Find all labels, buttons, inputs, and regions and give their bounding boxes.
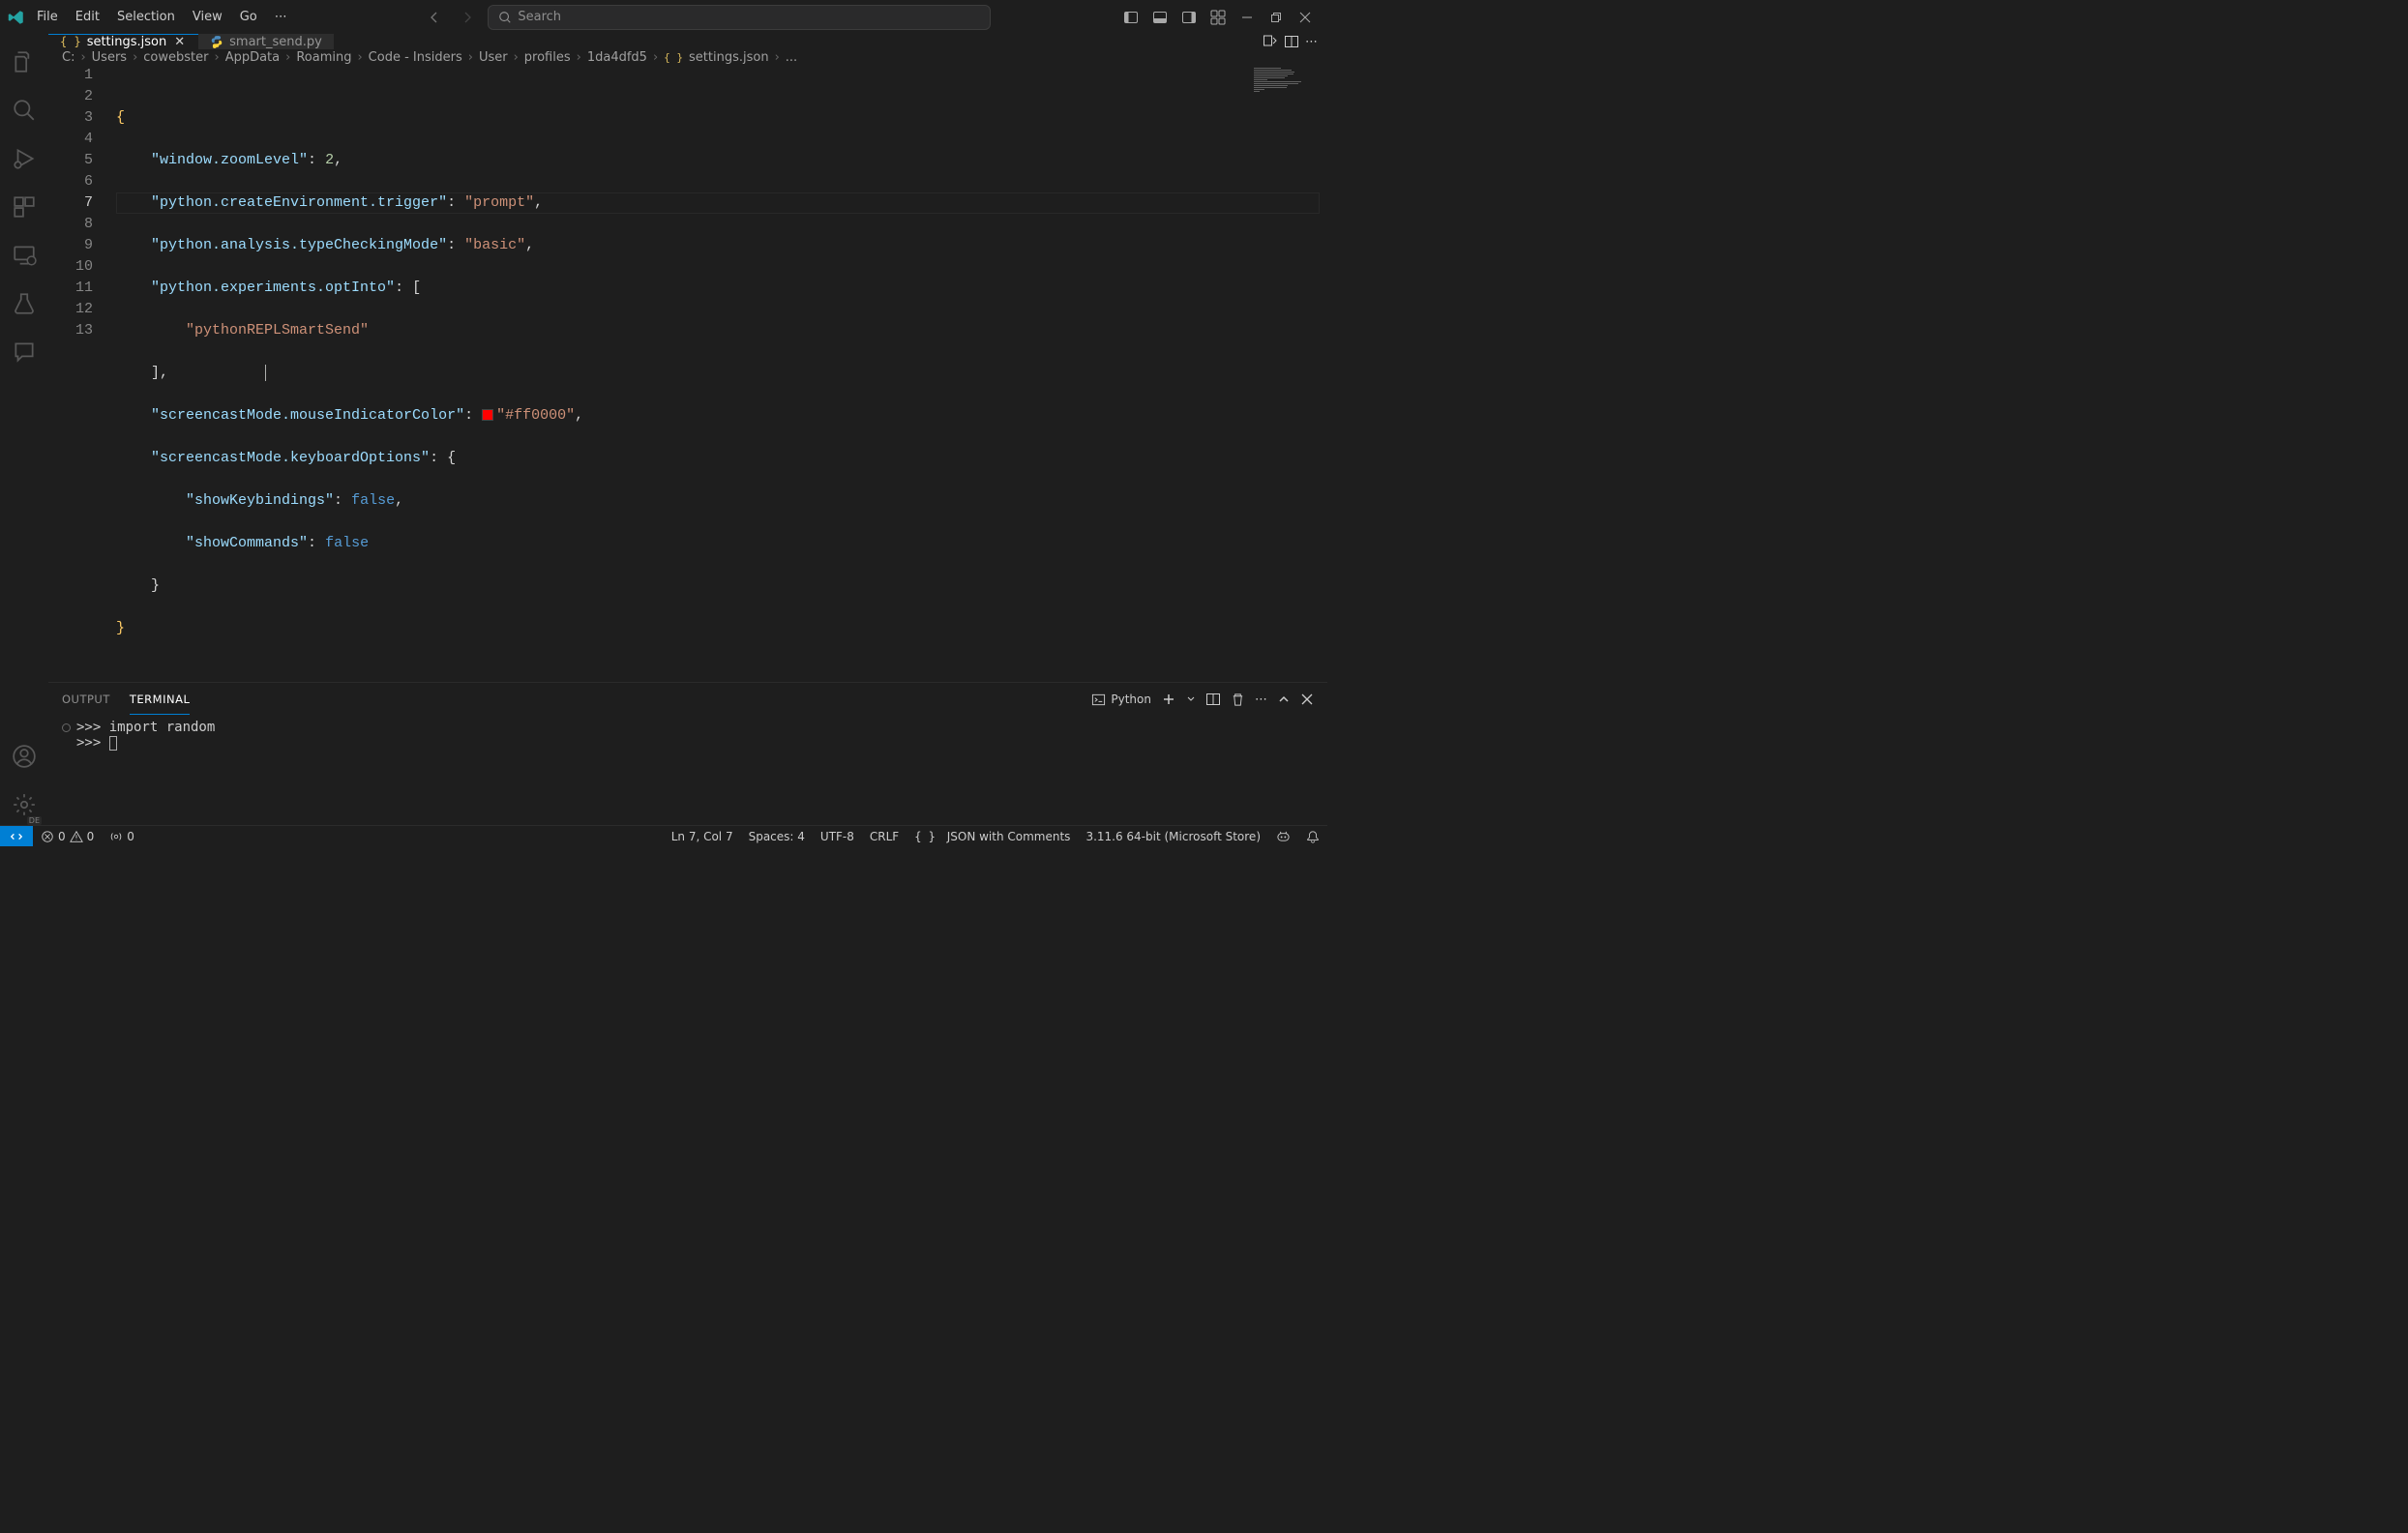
crumb[interactable]: AppData bbox=[225, 50, 280, 65]
new-terminal-icon[interactable] bbox=[1161, 692, 1176, 707]
status-encoding[interactable]: UTF-8 bbox=[813, 829, 862, 843]
json-icon: { } bbox=[60, 35, 81, 48]
nav-forward-icon[interactable] bbox=[455, 5, 480, 30]
settings-gear-icon[interactable]: DE bbox=[1, 784, 47, 825]
search-icon[interactable] bbox=[1, 90, 47, 131]
window-close-icon[interactable] bbox=[1293, 5, 1318, 30]
status-indentation[interactable]: Spaces: 4 bbox=[741, 829, 813, 843]
vscode-logo-icon bbox=[6, 9, 27, 26]
terminal-content[interactable]: >>> import random >>> bbox=[48, 716, 1327, 825]
tab-smart-send-py[interactable]: smart_send.py bbox=[198, 34, 334, 49]
crumb[interactable]: cowebster bbox=[143, 50, 208, 65]
terminal-task-status-icon bbox=[62, 723, 71, 732]
crumb[interactable]: settings.json bbox=[689, 50, 769, 65]
python-icon bbox=[210, 35, 223, 48]
crumb[interactable]: Roaming bbox=[296, 50, 351, 65]
layout-sidebar-left-icon[interactable] bbox=[1118, 5, 1144, 30]
color-swatch-icon[interactable] bbox=[482, 409, 493, 421]
remote-explorer-icon[interactable] bbox=[1, 235, 47, 276]
nav-back-icon[interactable] bbox=[422, 5, 447, 30]
menu-more-icon[interactable]: ⋯ bbox=[267, 6, 295, 28]
titlebar: File Edit Selection View Go ⋯ Search bbox=[0, 0, 1327, 34]
menu-view[interactable]: View bbox=[185, 6, 230, 28]
close-icon[interactable]: ✕ bbox=[172, 35, 187, 49]
crumb[interactable]: User bbox=[479, 50, 508, 65]
line-number-gutter: 1 2 3 4 5 6 7 8 9 10 11 12 13 bbox=[48, 65, 116, 682]
breadcrumbs[interactable]: C:› Users› cowebster› AppData› Roaming› … bbox=[48, 50, 1327, 65]
terminal-kernel-select[interactable]: Python bbox=[1091, 693, 1151, 707]
crumb[interactable]: profiles bbox=[524, 50, 571, 65]
crumb[interactable]: ... bbox=[786, 50, 797, 65]
panel-more-icon[interactable]: ⋯ bbox=[1255, 693, 1267, 707]
status-problems[interactable]: 0 0 bbox=[33, 830, 102, 843]
status-ports[interactable]: 0 bbox=[102, 830, 142, 843]
crumb[interactable]: C: bbox=[62, 50, 74, 65]
status-cursor-position[interactable]: Ln 7, Col 7 bbox=[664, 829, 741, 843]
terminal-dropdown-icon[interactable] bbox=[1186, 694, 1196, 704]
menu-edit[interactable]: Edit bbox=[68, 6, 107, 28]
run-debug-icon[interactable] bbox=[1, 138, 47, 179]
status-bar: 0 0 0 Ln 7, Col 7 Spaces: 4 UTF-8 CRLF {… bbox=[0, 825, 1327, 846]
tab-label: settings.json bbox=[87, 35, 167, 49]
menu-file[interactable]: File bbox=[29, 6, 66, 28]
bottom-panel: OUTPUT TERMINAL Python ⋯ >>> import ra bbox=[48, 682, 1327, 825]
panel-close-icon[interactable] bbox=[1300, 693, 1314, 706]
kill-terminal-icon[interactable] bbox=[1231, 693, 1245, 707]
search-icon bbox=[498, 11, 512, 24]
menu-go[interactable]: Go bbox=[232, 6, 265, 28]
more-actions-icon[interactable]: ⋯ bbox=[1305, 35, 1318, 49]
split-editor-icon[interactable] bbox=[1284, 34, 1299, 49]
panel-tab-terminal[interactable]: TERMINAL bbox=[130, 685, 190, 715]
status-copilot-icon[interactable] bbox=[1268, 829, 1298, 843]
search-placeholder: Search bbox=[518, 10, 561, 24]
terminal-cursor bbox=[109, 736, 117, 751]
explorer-icon[interactable] bbox=[1, 42, 47, 82]
code-content[interactable]: { "window.zoomLevel": 2, "python.createE… bbox=[116, 65, 1327, 682]
split-terminal-icon[interactable] bbox=[1205, 692, 1221, 707]
layout-panel-icon[interactable] bbox=[1147, 5, 1173, 30]
chat-icon[interactable] bbox=[1, 332, 47, 372]
crumb[interactable]: Users bbox=[92, 50, 127, 65]
json-icon: { } bbox=[664, 51, 683, 64]
kbd-locale-badge: DE bbox=[27, 816, 42, 825]
testing-icon[interactable] bbox=[1, 283, 47, 324]
crumb[interactable]: Code - Insiders bbox=[369, 50, 462, 65]
panel-tab-output[interactable]: OUTPUT bbox=[62, 685, 110, 714]
minimap[interactable] bbox=[1254, 67, 1322, 98]
status-eol[interactable]: CRLF bbox=[862, 829, 907, 843]
account-icon[interactable] bbox=[1, 736, 47, 777]
layout-customize-icon[interactable] bbox=[1205, 5, 1231, 30]
status-python-interpreter[interactable]: 3.11.6 64-bit (Microsoft Store) bbox=[1078, 829, 1268, 843]
remote-indicator[interactable] bbox=[0, 826, 33, 846]
status-language[interactable]: { } JSON with Comments bbox=[907, 829, 1078, 843]
extensions-icon[interactable] bbox=[1, 187, 47, 227]
text-cursor bbox=[265, 365, 266, 381]
panel-maximize-icon[interactable] bbox=[1277, 693, 1291, 706]
tab-settings-json[interactable]: { } settings.json ✕ bbox=[48, 34, 198, 49]
status-notifications-icon[interactable] bbox=[1298, 829, 1327, 843]
editor-tabs: { } settings.json ✕ smart_send.py ⋯ bbox=[48, 34, 1327, 50]
command-center-search[interactable]: Search bbox=[488, 5, 991, 30]
tab-label: smart_send.py bbox=[229, 35, 322, 49]
window-minimize-icon[interactable] bbox=[1234, 5, 1260, 30]
window-restore-icon[interactable] bbox=[1263, 5, 1289, 30]
crumb[interactable]: 1da4dfd5 bbox=[587, 50, 647, 65]
menu-selection[interactable]: Selection bbox=[109, 6, 183, 28]
code-editor[interactable]: 1 2 3 4 5 6 7 8 9 10 11 12 13 { "window.… bbox=[48, 65, 1327, 682]
run-tab-icon[interactable] bbox=[1263, 34, 1278, 49]
layout-sidebar-right-icon[interactable] bbox=[1176, 5, 1202, 30]
activity-bar: DE bbox=[0, 34, 48, 825]
